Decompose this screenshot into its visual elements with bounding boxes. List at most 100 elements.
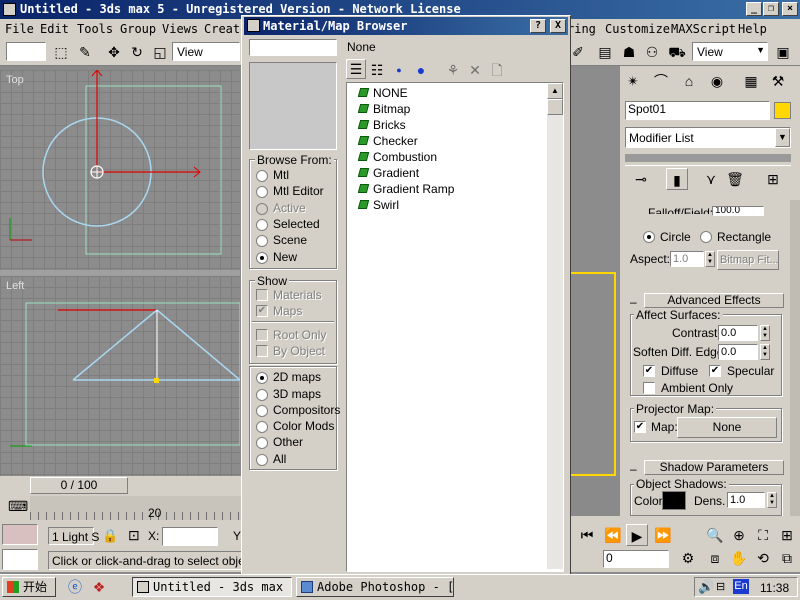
object-color-swatch[interactable]	[774, 102, 791, 119]
lock-selection-icon[interactable]: 🔒	[102, 528, 118, 544]
aspect-field[interactable]: 1.0	[670, 251, 704, 267]
rotate-icon[interactable]: ↻	[126, 41, 148, 63]
3d-maps-radio[interactable]	[256, 389, 268, 401]
scroll-up-button[interactable]: ▲	[547, 83, 563, 99]
list-scrollbar[interactable]: ▲	[547, 83, 563, 569]
pin-stack-icon[interactable]: ⊸	[630, 168, 652, 190]
all-radio[interactable]	[256, 454, 268, 466]
minimize-button[interactable]: _	[746, 2, 762, 16]
root-only-checkbox[interactable]	[256, 329, 268, 341]
modifier-list-dropdown[interactable]: Modifier List ▼	[625, 127, 791, 148]
zoom-extents-icon[interactable]: ⛶	[752, 524, 774, 546]
compositors-radio[interactable]	[256, 405, 268, 417]
advanced-effects-rollout[interactable]: Advanced Effects	[644, 293, 784, 308]
hierarchy-tab-icon[interactable]: ⌂	[678, 70, 700, 92]
browse-selected-radio[interactable]	[256, 219, 268, 231]
view-large-icons-icon[interactable]: ●	[410, 59, 432, 81]
specular-checkbox[interactable]: ✔	[709, 365, 721, 377]
restore-button[interactable]: ❐	[763, 2, 779, 16]
move-icon[interactable]: ✥	[103, 41, 125, 63]
list-item[interactable]: Checker	[357, 133, 418, 149]
list-item[interactable]: Bricks	[357, 117, 406, 133]
shadow-color-swatch[interactable]	[662, 491, 686, 510]
listener-output[interactable]	[2, 549, 38, 570]
region-zoom-icon[interactable]: ⧈	[704, 547, 726, 569]
dialog-name-field[interactable]	[249, 39, 337, 56]
diffuse-checkbox[interactable]: ✔	[643, 365, 655, 377]
time-configuration-icon[interactable]: ⚙	[677, 547, 699, 569]
configure-sets-icon[interactable]: ⊞	[762, 168, 784, 190]
outlook-icon[interactable]: ❖	[88, 576, 110, 598]
display-tab-icon[interactable]: ▦	[740, 70, 762, 92]
next-frame-icon[interactable]: ⏩	[652, 524, 674, 546]
viewport-perspective-active[interactable]	[568, 272, 616, 476]
browse-new-radio[interactable]	[256, 252, 268, 264]
list-item[interactable]: NONE	[357, 85, 408, 101]
language-indicator[interactable]: En	[733, 579, 749, 594]
shadow-parameters-rollout[interactable]: Shadow Parameters	[644, 460, 784, 475]
volume-icon[interactable]: 🔊	[698, 579, 714, 595]
render-view-select[interactable]: View ▼	[692, 42, 768, 61]
render-active-icon[interactable]: ▣	[772, 41, 794, 63]
start-button[interactable]: 开始	[2, 577, 56, 597]
taskbar-photoshop[interactable]: Adobe Photoshop - [...	[296, 577, 454, 597]
list-item[interactable]: Combustion	[357, 149, 437, 165]
zoom-icon[interactable]: 🔍	[704, 524, 726, 546]
density-spinner[interactable]: ▲ ▼	[767, 492, 777, 508]
zoom-all-icon[interactable]: ⊕	[728, 524, 750, 546]
scale-icon[interactable]: ◱	[149, 41, 171, 63]
zoom-extents-all-icon[interactable]: ⊞	[776, 524, 798, 546]
render-scene-icon[interactable]: ▤	[594, 41, 616, 63]
select-link-icon[interactable]: ✎	[74, 41, 96, 63]
quick-render-icon[interactable]: ☗	[618, 41, 640, 63]
previous-frame-icon[interactable]: ⏪	[602, 524, 624, 546]
aspect-spinner[interactable]: ▲ ▼	[705, 251, 715, 267]
render-type-icon[interactable]: ⚇	[641, 41, 663, 63]
selection-filter-dropdown[interactable]	[6, 42, 46, 61]
projector-map-button[interactable]: None	[677, 417, 777, 438]
collapse-shadow-icon[interactable]: –	[630, 462, 637, 476]
arc-rotate-icon[interactable]: ⟲	[752, 547, 774, 569]
browse-mtl-radio[interactable]	[256, 170, 268, 182]
time-slider[interactable]: 0 / 100	[30, 477, 128, 494]
soften-spinner[interactable]: ▲ ▼	[760, 344, 770, 360]
utilities-tab-icon[interactable]: ⚒	[767, 70, 789, 92]
other-radio[interactable]	[256, 437, 268, 449]
maximize-viewport-icon[interactable]: ⧉	[776, 547, 798, 569]
listener-swatch[interactable]	[2, 524, 38, 545]
2d-maps-radio[interactable]	[256, 372, 268, 384]
projector-map-checkbox[interactable]: ✔	[634, 421, 646, 433]
show-materials-checkbox[interactable]	[256, 289, 268, 301]
falloff-field[interactable]: 100.0	[712, 206, 764, 216]
pan-icon[interactable]: ✋	[728, 547, 750, 569]
list-item[interactable]: Swirl	[357, 197, 399, 213]
show-end-result-icon[interactable]: ▮	[666, 168, 688, 190]
clear-library-icon[interactable]: 🗋	[486, 59, 508, 81]
modify-tab-icon[interactable]: ⌒	[650, 70, 672, 92]
list-item[interactable]: Gradient	[357, 165, 419, 181]
list-item[interactable]: Bitmap	[357, 101, 410, 117]
view-list-icons-icon[interactable]: ☷	[366, 59, 388, 81]
motion-tab-icon[interactable]: ◉	[706, 70, 728, 92]
menu-tools[interactable]: Tools	[77, 22, 113, 36]
render-last-icon[interactable]: ⛟	[666, 41, 688, 63]
close-button[interactable]: ×	[782, 2, 798, 16]
menu-edit[interactable]: Edit	[40, 22, 69, 36]
collapse-advanced-icon[interactable]: –	[630, 295, 637, 309]
rectangle-radio[interactable]	[700, 231, 712, 243]
menu-maxscript[interactable]: MAXScript	[671, 22, 736, 36]
reference-coordinate-select[interactable]: View	[172, 42, 240, 61]
menu-views[interactable]: Views	[162, 22, 198, 36]
bitmap-fit-button[interactable]: Bitmap Fit...	[717, 250, 779, 270]
select-icon[interactable]: ⬚	[50, 41, 72, 63]
panel-scrollbar[interactable]	[790, 200, 800, 516]
menu-file[interactable]: File	[5, 22, 34, 36]
contrast-field[interactable]: 0.0	[718, 325, 758, 341]
create-tab-icon[interactable]: ✴	[622, 70, 644, 92]
browse-mtl-editor-radio[interactable]	[256, 186, 268, 198]
menu-group[interactable]: Group	[120, 22, 156, 36]
network-icon[interactable]: ⊟	[716, 580, 725, 593]
soften-field[interactable]: 0.0	[718, 344, 758, 360]
dialog-close-button[interactable]: X	[550, 19, 566, 33]
contrast-spinner[interactable]: ▲ ▼	[760, 325, 770, 341]
